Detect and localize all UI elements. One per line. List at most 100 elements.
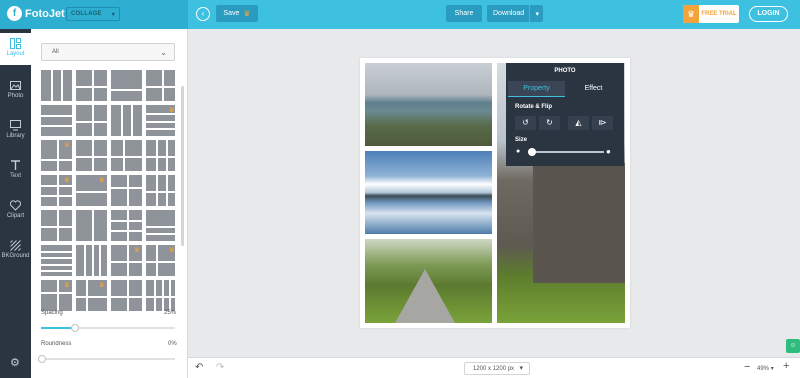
layout-thumbnail[interactable] (146, 70, 175, 101)
layout-thumbnail[interactable]: ♛ (76, 175, 107, 206)
layout-thumbnail[interactable] (146, 175, 175, 206)
thumbnail-divider (146, 260, 175, 263)
photo-path[interactable] (365, 239, 492, 323)
roundness-slider[interactable] (41, 358, 175, 360)
thumbnail-divider (91, 70, 94, 101)
library-icon (10, 120, 21, 131)
dimension-select[interactable]: 1200 x 1200 px ▾ (464, 362, 530, 375)
zoom-out-icon[interactable]: − (744, 361, 750, 373)
top-bar: f FotoJet COLLAGE ▾ ‹ Save ♛ Share Downl… (0, 0, 800, 29)
layout-thumbnail[interactable]: ♛ (76, 280, 107, 311)
sidebar-item-layout[interactable]: Layout (0, 33, 31, 65)
layout-panel: All ⌄ ♛ ♛ ♛ ♛ ♛ ♛ ♛ ♛ Spacing 25% Roundness 0% (31, 29, 188, 378)
share-button[interactable]: Share (446, 5, 482, 22)
login-button[interactable]: LOGIN (749, 6, 788, 22)
thumbnail-divider (146, 128, 175, 131)
layout-thumbnail[interactable]: ♛ (41, 140, 72, 171)
sidebar-item-clipart[interactable]: Clipart (0, 195, 31, 227)
thumbnail-divider (41, 263, 72, 266)
sidebar-item-label: Photo (7, 93, 24, 99)
free-trial-button[interactable]: ♛ FREE TRIAL (683, 5, 739, 23)
layout-thumbnail[interactable] (111, 175, 142, 206)
layout-thumbnail[interactable]: ♛ (41, 175, 72, 206)
logo[interactable]: f FotoJet (7, 6, 65, 21)
sidebar-item-photo[interactable]: Photo (0, 75, 31, 107)
size-slider-handle[interactable] (528, 148, 536, 156)
sidebar-item-label: Layout (6, 51, 25, 57)
thumbnail-divider (56, 140, 59, 171)
thumbnail-divider (111, 88, 142, 91)
layout-thumbnail[interactable] (146, 280, 175, 311)
flip-horizontal-icon[interactable]: ⧐ (592, 116, 613, 130)
layout-thumbnail[interactable] (76, 105, 107, 136)
thumbnail-divider (41, 257, 72, 260)
sidebar-item-library[interactable]: Library (0, 115, 31, 147)
layout-filter-select[interactable]: All ⌄ (41, 43, 175, 61)
rotate-left-icon[interactable]: ↺ (515, 116, 536, 130)
save-button[interactable]: Save ♛ (216, 5, 258, 22)
layout-thumbnail[interactable]: ♛ (41, 280, 72, 311)
logo-text: FotoJet (25, 7, 65, 20)
layout-thumbnail[interactable] (146, 210, 175, 241)
photo-harbor[interactable] (365, 63, 492, 146)
layout-thumbnail[interactable]: ♛ (111, 245, 142, 276)
rotate-flip-label: Rotate & Flip (515, 104, 552, 110)
thumbnail-divider (146, 85, 175, 88)
free-trial-label: FREE TRIAL (701, 11, 737, 17)
download-button[interactable]: Download ▾ (487, 5, 543, 22)
redo-icon[interactable]: ↷ (216, 362, 224, 373)
layout-thumbnail[interactable]: ♛ (146, 105, 175, 136)
back-button[interactable]: ‹ (196, 7, 210, 21)
layout-thumbnail[interactable] (76, 140, 107, 171)
layout-thumbnail[interactable] (146, 140, 175, 171)
crown-icon: ♛ (63, 282, 70, 289)
layout-thumbnail[interactable] (76, 70, 107, 101)
layout-thumbnail[interactable] (41, 210, 72, 241)
sidebar-item-text[interactable]: Text (0, 155, 31, 187)
layout-grid: ♛ ♛ ♛ ♛ ♛ ♛ ♛ ♛ (41, 70, 175, 330)
layout-thumbnail[interactable] (111, 140, 142, 171)
tab-property[interactable]: Property (508, 81, 565, 97)
layout-thumbnail[interactable] (111, 70, 142, 101)
layout-thumbnail[interactable] (111, 105, 142, 136)
sidebar-item-background[interactable]: BKGround (0, 235, 31, 267)
chat-icon[interactable]: ☺ (786, 339, 800, 353)
crown-icon: ♛ (683, 5, 699, 23)
spacing-slider-handle[interactable] (70, 324, 79, 332)
roundness-slider-handle[interactable] (38, 355, 46, 363)
zoom-select[interactable]: 49% ▾ (757, 362, 779, 375)
layout-thumbnail[interactable] (41, 105, 72, 136)
layout-thumbnail[interactable] (76, 245, 107, 276)
layout-thumbnail[interactable] (111, 280, 142, 311)
panel-scrollbar[interactable] (181, 86, 184, 246)
background-icon (10, 240, 21, 251)
castle-shape (533, 163, 625, 283)
thumbnail-divider (56, 175, 59, 206)
roundness-value: 0% (168, 341, 177, 347)
mode-dropdown[interactable]: COLLAGE ▾ (66, 7, 120, 21)
layout-thumbnail[interactable] (41, 70, 72, 101)
zoom-in-icon[interactable]: + (783, 360, 789, 372)
thumbnail-divider (41, 158, 72, 161)
layout-thumbnail[interactable] (111, 210, 142, 241)
chevron-down-icon: ⌄ (160, 48, 167, 57)
roundness-label: Roundness (41, 341, 72, 347)
layout-thumbnail[interactable] (76, 210, 107, 241)
panel-tabs: Property Effect (508, 81, 622, 97)
sidebar-item-label: Library (6, 133, 25, 139)
chevron-down-icon: ▾ (770, 366, 774, 372)
thumbnail-divider (41, 251, 72, 254)
layout-thumbnail[interactable] (41, 245, 72, 276)
crown-icon: ♛ (98, 177, 105, 184)
photo-lake[interactable] (365, 151, 492, 234)
rotate-right-icon[interactable]: ↻ (539, 116, 560, 130)
size-slider[interactable] (530, 151, 604, 153)
undo-icon[interactable]: ↶ (195, 362, 203, 373)
photo-property-panel: PHOTO Property Effect Rotate & Flip ↺ ↻ … (506, 63, 624, 166)
flip-vertical-icon[interactable]: ◭ (568, 116, 589, 130)
crown-icon: ♛ (63, 177, 70, 184)
tab-effect[interactable]: Effect (565, 81, 622, 97)
gear-icon[interactable]: ⚙ (10, 356, 20, 369)
thumbnail-divider (91, 245, 94, 276)
layout-thumbnail[interactable]: ♛ (146, 245, 175, 276)
